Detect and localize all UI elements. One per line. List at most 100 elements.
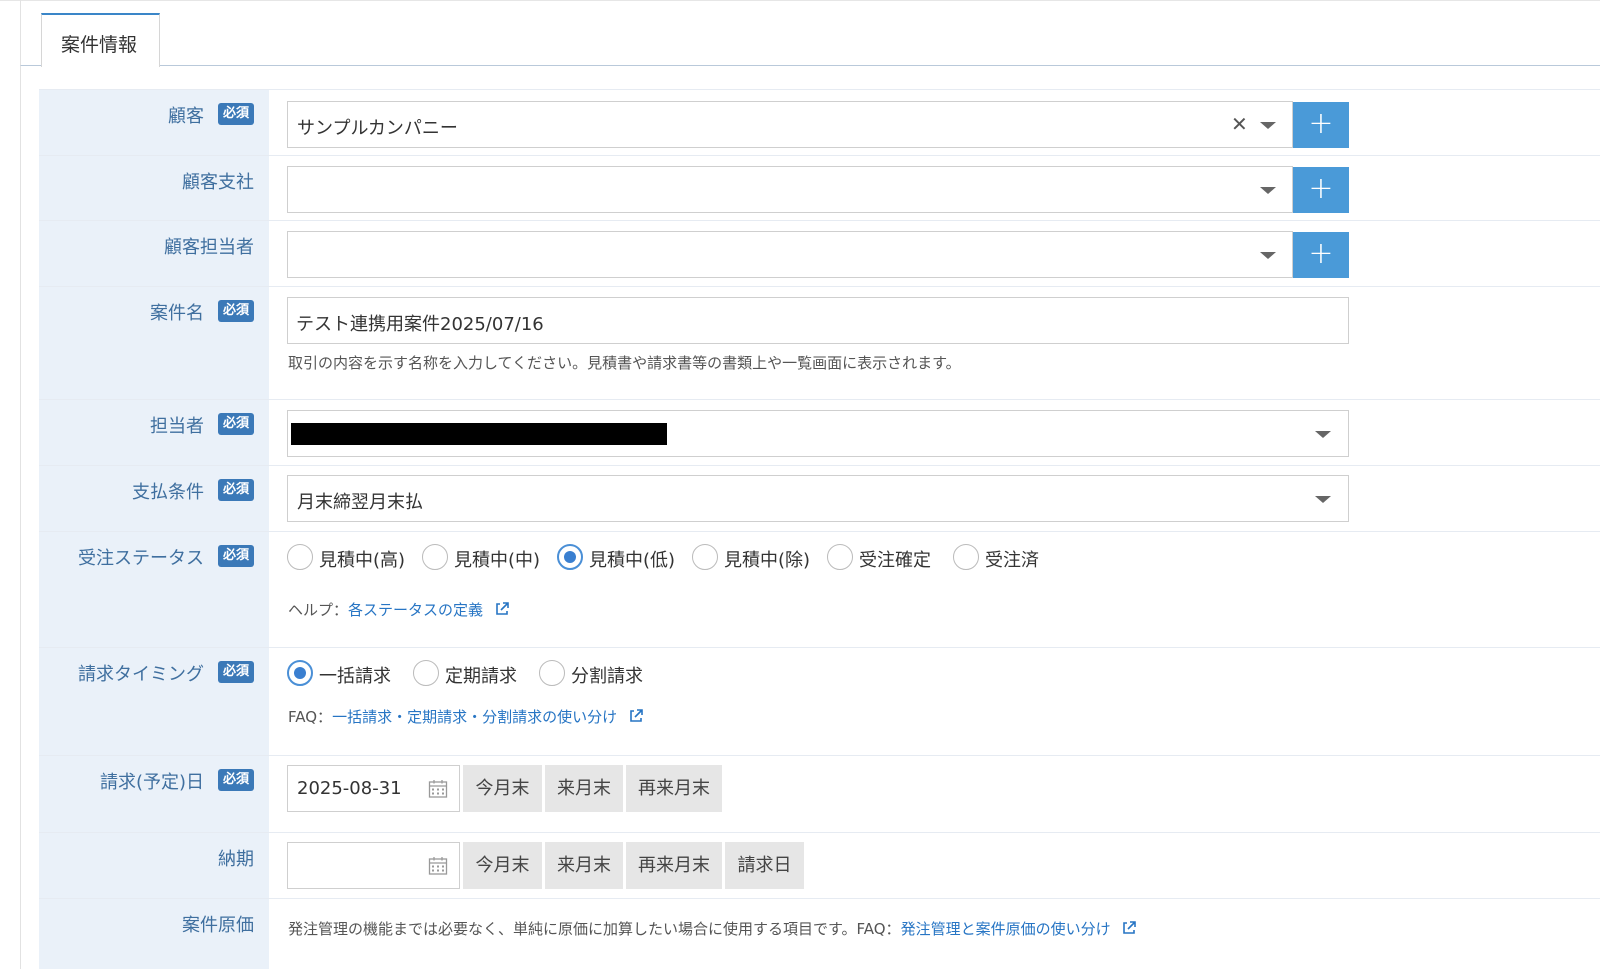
row-order-status: 受注ステータス 必須 見積中(高) 見積中(中) 見積中(低) 見積中(除) 受… [39, 531, 1600, 647]
add-contact-button[interactable]: + [1293, 232, 1349, 278]
radio-circle-selected[interactable] [557, 544, 583, 570]
external-link-icon[interactable] [1121, 920, 1137, 936]
cost-hint: 発注管理の機能までは必要なく、単純に原価に加算したい場合に使用する項目です。FA… [288, 918, 1137, 939]
field-label-cell: 顧客 必須 [39, 90, 269, 155]
payment-terms-select[interactable]: 月末締翌月末払 [287, 475, 1349, 522]
project-name-hint: 取引の内容を示す名称を入力してください。見積書や請求書等の書類上や一覧画面に表示… [288, 354, 961, 372]
radio-circle[interactable] [692, 544, 718, 570]
field-label: 担当者 [150, 416, 204, 437]
radio-circle[interactable] [539, 660, 565, 686]
row-cost: 案件原価 発注管理の機能までは必要なく、単純に原価に加算したい場合に使用する項目… [39, 898, 1600, 969]
customer-select[interactable]: サンプルカンパニー ✕ [287, 101, 1293, 148]
chevron-down-icon[interactable] [1260, 122, 1276, 129]
field-label-cell: 受注ステータス 必須 [39, 532, 269, 647]
field-label-cell: 顧客支社 [39, 156, 269, 220]
radio-circle[interactable] [287, 544, 313, 570]
billing-date-input[interactable]: 2025-08-31 [287, 765, 460, 812]
field-label: 顧客支社 [182, 172, 254, 193]
radio-circle[interactable] [827, 544, 853, 570]
row-owner: 担当者 必須 [39, 399, 1600, 465]
field-label-cell: 案件名 必須 [39, 287, 269, 399]
radio-label: 受注済 [985, 550, 1039, 571]
field-label-cell: 担当者 必須 [39, 400, 269, 465]
status-help: ヘルプ：各ステータスの定義 [288, 599, 510, 620]
radio-circle[interactable] [413, 660, 439, 686]
next-month-end-button[interactable]: 来月末 [545, 842, 623, 889]
cost-faq-link[interactable]: 発注管理と案件原価の使い分け [901, 920, 1111, 938]
field-label: 納期 [218, 849, 254, 870]
faq-prefix: FAQ： [288, 708, 333, 726]
required-badge: 必須 [217, 300, 254, 322]
radio-circle-selected[interactable] [287, 660, 313, 686]
field-label: 支払条件 [132, 482, 204, 503]
external-link-icon[interactable] [494, 601, 510, 617]
radio-label: 見積中(高) [319, 550, 406, 571]
calendar-icon[interactable] [428, 856, 448, 876]
radio-circle[interactable] [953, 544, 979, 570]
payment-terms-value: 月末締翌月末払 [297, 492, 423, 513]
contact-select[interactable] [287, 231, 1293, 278]
tab-label: 案件情報 [61, 34, 138, 56]
row-payment-terms: 支払条件 必須 月末締翌月末払 [39, 465, 1600, 531]
redacted-value [291, 423, 667, 445]
help-prefix: ヘルプ： [288, 601, 349, 619]
field-label-cell: 請求タイミング 必須 [39, 648, 269, 755]
delivery-date-input[interactable] [287, 842, 460, 889]
required-badge: 必須 [217, 413, 254, 435]
next-month-end-button[interactable]: 来月末 [545, 765, 623, 812]
add-branch-button[interactable]: + [1293, 167, 1349, 213]
field-label-cell: 納期 [39, 833, 269, 898]
month-after-next-end-button[interactable]: 再来月末 [626, 765, 722, 812]
owner-select[interactable] [287, 410, 1349, 457]
radio-label: 見積中(除) [724, 550, 811, 571]
project-form: 顧客 必須 サンプルカンパニー ✕ + 顧客支社 + 顧客担当者 + 案件名 必… [39, 89, 1600, 969]
row-billing-date: 請求(予定)日 必須 2025-08-31 今月末 来月末 再来月末 [39, 755, 1600, 832]
radio-label: 一括請求 [319, 666, 391, 687]
this-month-end-button[interactable]: 今月末 [463, 842, 542, 889]
row-customer: 顧客 必須 サンプルカンパニー ✕ + [39, 89, 1600, 155]
row-contact: 顧客担当者 + [39, 220, 1600, 286]
chevron-down-icon[interactable] [1315, 496, 1331, 503]
radio-label: 分割請求 [571, 666, 643, 687]
panel-border [20, 66, 21, 969]
radio-label: 見積中(低) [589, 550, 676, 571]
field-label: 案件名 [150, 303, 204, 324]
add-customer-button[interactable]: + [1293, 102, 1349, 148]
cost-hint-text: 発注管理の機能までは必要なく、単純に原価に加算したい場合に使用する項目です。FA… [288, 920, 901, 938]
row-project-name: 案件名 必須 テスト連携用案件2025/07/16 取引の内容を示す名称を入力し… [39, 286, 1600, 399]
radio-label: 受注確定 [859, 550, 931, 571]
required-badge: 必須 [217, 769, 254, 791]
plus-icon: + [1308, 106, 1334, 141]
clear-icon[interactable]: ✕ [1231, 112, 1248, 136]
field-label: 請求タイミング [78, 664, 204, 685]
field-label-cell: 請求(予定)日 必須 [39, 756, 269, 832]
status-definition-link[interactable]: 各ステータスの定義 [348, 601, 483, 619]
customer-value: サンプルカンパニー [297, 118, 458, 139]
field-label: 顧客担当者 [164, 237, 254, 258]
required-badge: 必須 [217, 479, 254, 501]
field-label-cell: 支払条件 必須 [39, 466, 269, 531]
billing-faq-link[interactable]: 一括請求・定期請求・分割請求の使い分け [332, 708, 617, 726]
project-name-value: テスト連携用案件2025/07/16 [296, 314, 544, 335]
plus-icon: + [1308, 236, 1334, 271]
project-name-input[interactable]: テスト連携用案件2025/07/16 [287, 297, 1349, 344]
radio-circle[interactable] [422, 544, 448, 570]
tab-project-info[interactable]: 案件情報 [41, 13, 160, 67]
field-label: 受注ステータス [78, 548, 204, 569]
billing-date-button[interactable]: 請求日 [725, 842, 804, 889]
tab-bar: 案件情報 [20, 0, 1600, 67]
row-delivery: 納期 今月末 来月末 再来月末 請求日 [39, 832, 1600, 898]
billing-date-value: 2025-08-31 [297, 778, 402, 799]
radio-label: 見積中(中) [454, 550, 541, 571]
external-link-icon[interactable] [628, 708, 644, 724]
chevron-down-icon[interactable] [1260, 252, 1276, 259]
chevron-down-icon[interactable] [1315, 431, 1331, 438]
chevron-down-icon[interactable] [1260, 187, 1276, 194]
required-badge: 必須 [217, 661, 254, 683]
row-billing-timing: 請求タイミング 必須 一括請求 定期請求 分割請求 FAQ：一括請求・定期請求・… [39, 647, 1600, 755]
this-month-end-button[interactable]: 今月末 [463, 765, 542, 812]
calendar-icon[interactable] [428, 779, 448, 799]
branch-select[interactable] [287, 166, 1293, 213]
month-after-next-end-button[interactable]: 再来月末 [626, 842, 722, 889]
field-label: 請求(予定)日 [99, 772, 204, 793]
